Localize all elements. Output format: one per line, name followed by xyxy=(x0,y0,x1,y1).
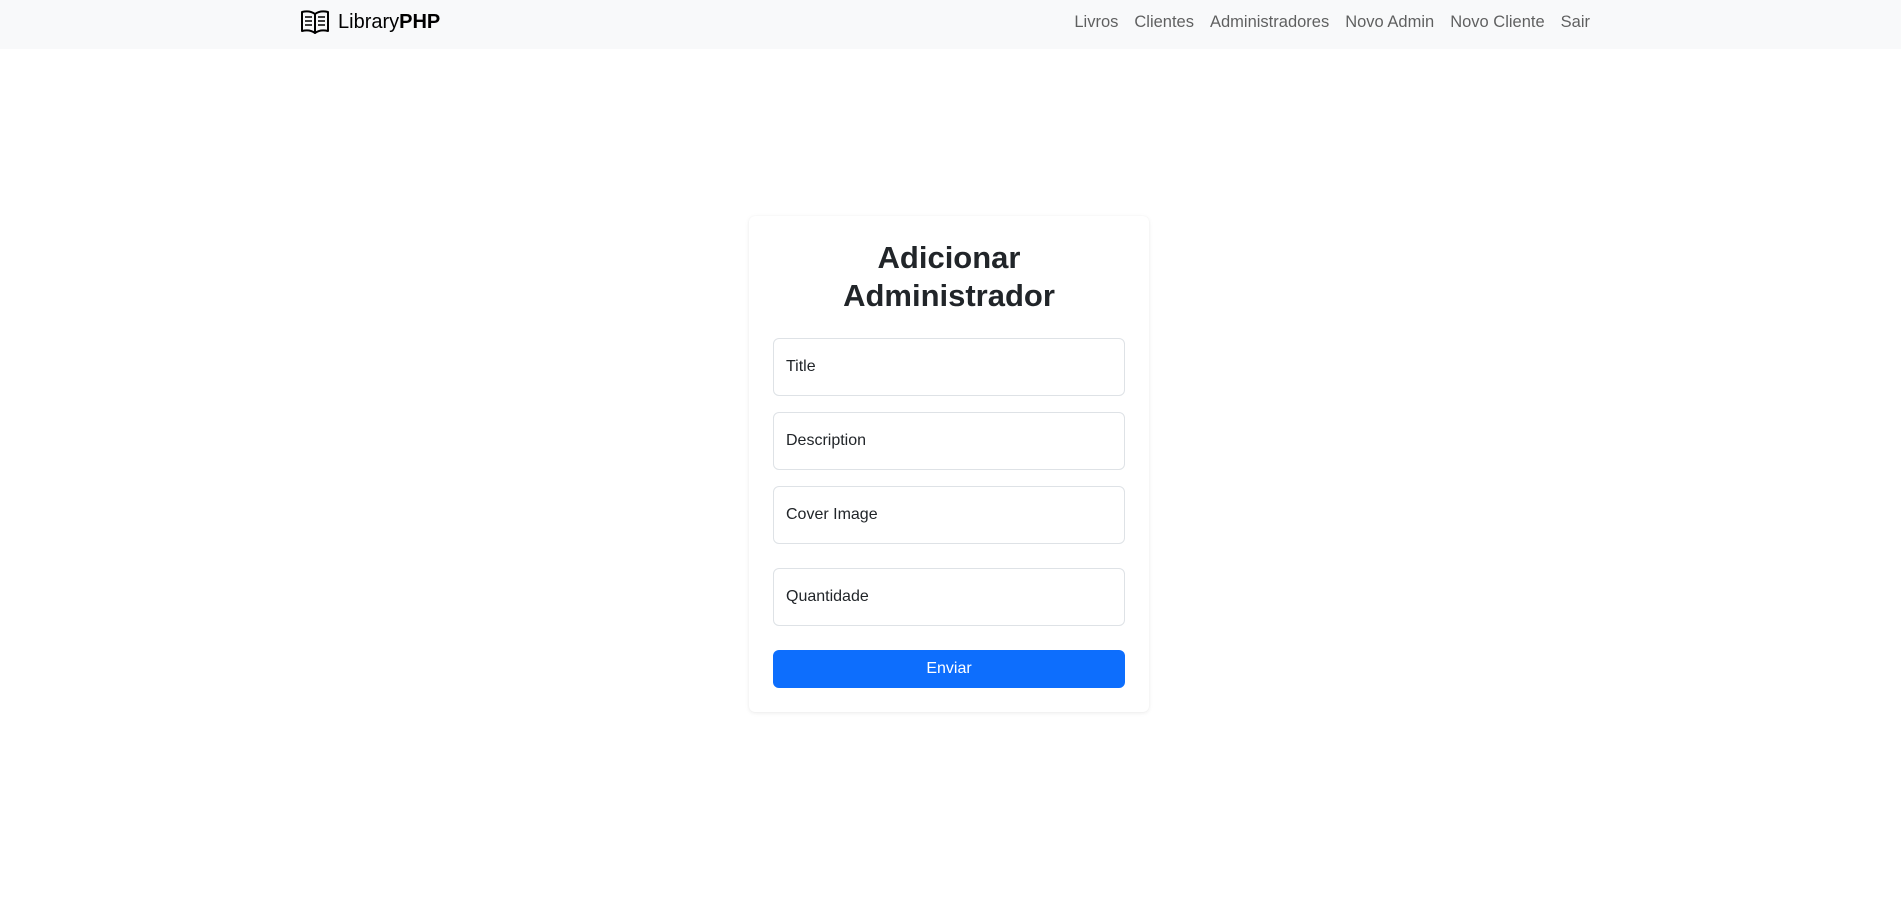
form-title-line1: Adicionar xyxy=(877,240,1021,275)
brand-link[interactable]: Library PHP xyxy=(300,8,440,36)
cover-image-input[interactable] xyxy=(773,486,1125,544)
nav-link-novo-cliente[interactable]: Novo Cliente xyxy=(1450,13,1544,31)
add-admin-card: Adicionar Administrador Enviar xyxy=(749,216,1149,712)
form-title-line2: Administrador xyxy=(843,278,1055,313)
nav-link-novo-admin[interactable]: Novo Admin xyxy=(1345,13,1434,31)
top-navbar: Library PHP Livros Clientes Administrador… xyxy=(0,0,1901,49)
nav-link-livros[interactable]: Livros xyxy=(1074,13,1118,31)
title-input[interactable] xyxy=(773,338,1125,396)
description-input[interactable] xyxy=(773,412,1125,470)
nav-link-clientes[interactable]: Clientes xyxy=(1134,13,1194,31)
nav-links: Livros Clientes Administradores Novo Adm… xyxy=(1074,10,1590,34)
quantidade-input[interactable] xyxy=(773,568,1125,626)
brand-prefix: Library xyxy=(338,10,400,33)
form-title: Adicionar Administrador xyxy=(749,239,1149,315)
submit-button[interactable]: Enviar xyxy=(773,650,1125,688)
brand-suffix: PHP xyxy=(399,10,441,33)
nav-link-sair[interactable]: Sair xyxy=(1561,13,1590,31)
open-book-icon xyxy=(300,9,330,35)
nav-link-administradores[interactable]: Administradores xyxy=(1210,13,1329,31)
